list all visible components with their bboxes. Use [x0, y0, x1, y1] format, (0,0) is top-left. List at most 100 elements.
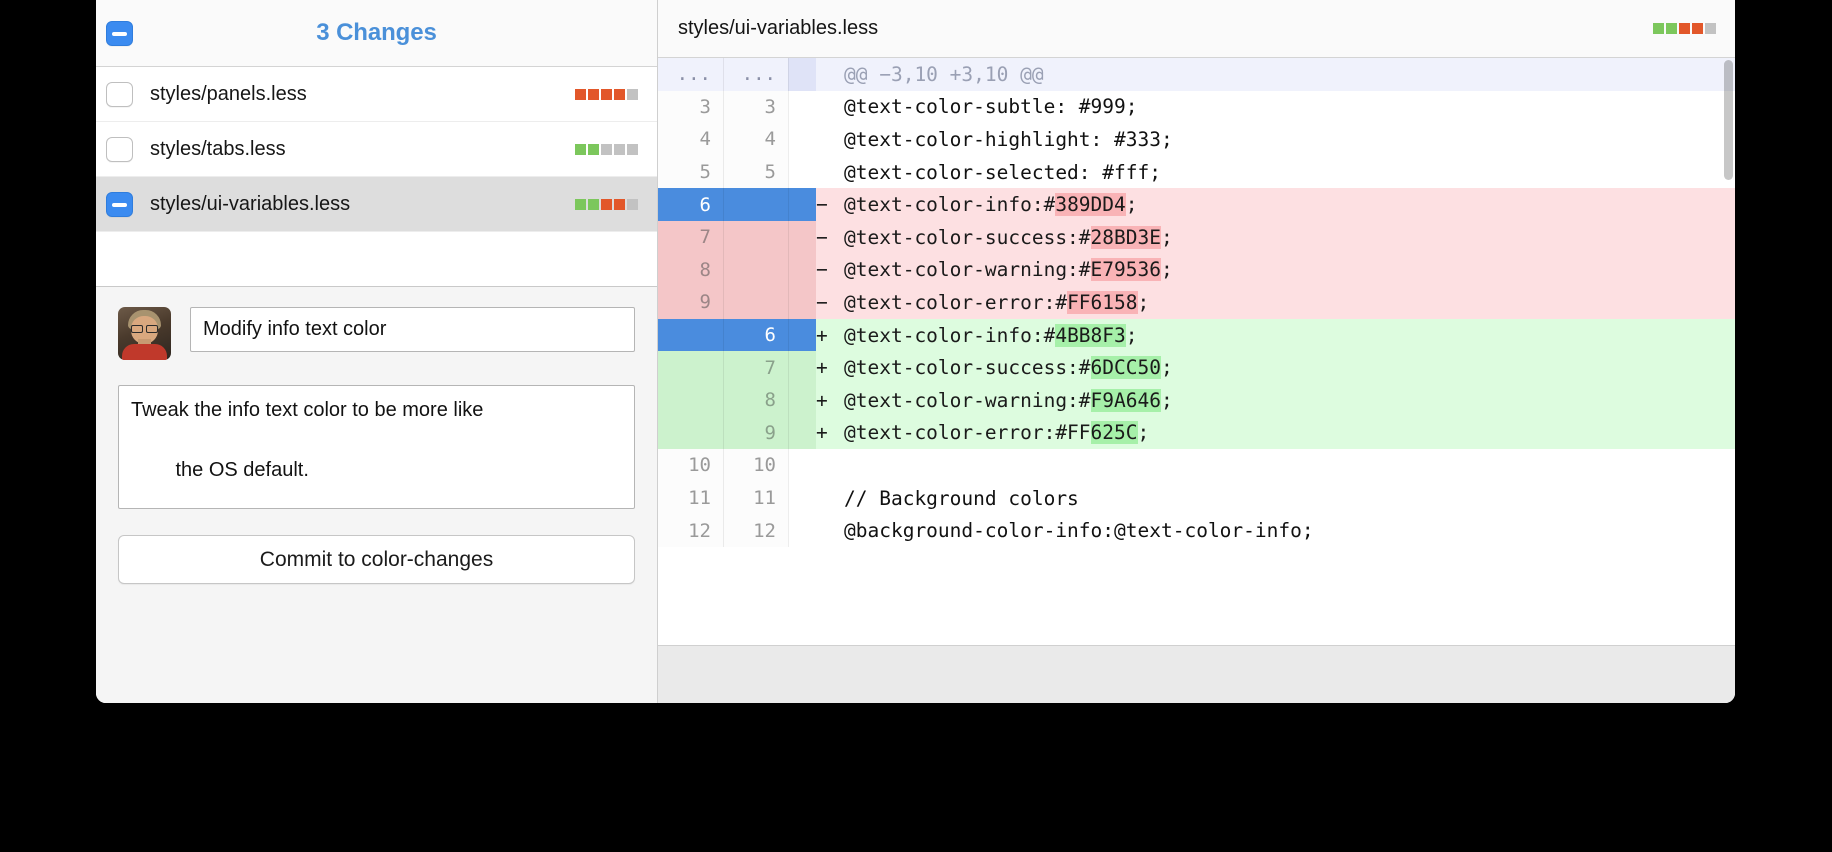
diff-line-marker [788, 417, 816, 450]
diff-line-sign: + [816, 421, 844, 444]
diff-old-line-number: 9 [658, 286, 723, 319]
diff-line-sign: − [816, 226, 844, 249]
diff-line-text: −@text-color-info:#389DD4; [816, 188, 1735, 221]
diff-word-highlight: 28BD3E [1091, 226, 1161, 249]
commit-summary-input[interactable]: Modify info text color [190, 307, 635, 352]
diff-old-line-number [658, 417, 723, 450]
commit-composer: Modify info text color Tweak the info te… [96, 287, 657, 703]
diff-text-plain: // Background colors [844, 487, 1079, 510]
glasses-icon [131, 325, 158, 331]
diff-old-line-number: 8 [658, 254, 723, 287]
diff-line-sign [816, 454, 844, 477]
diff-line-sign [816, 63, 844, 86]
diff-old-line-number: 10 [658, 449, 723, 482]
app-window: 3 Changes styles/panels.less styles/tabs… [96, 0, 1735, 703]
diff-line-text [816, 449, 1735, 482]
diff-line-ctx[interactable]: 33 @text-color-subtle: #999; [658, 91, 1735, 124]
avatar [118, 307, 171, 360]
checkbox-mixed-icon[interactable] [106, 192, 133, 217]
change-ratio-badge [575, 199, 638, 210]
diff-old-line-number: 5 [658, 156, 723, 189]
diff-new-line-number: ... [723, 58, 788, 91]
file-path-label: styles/ui-variables.less [150, 193, 575, 216]
diff-line-ctx[interactable]: 55 @text-color-selected: #fff; [658, 156, 1735, 189]
diff-line-text: +@text-color-warning:#F9A646; [816, 384, 1735, 417]
diff-line-ctx[interactable]: 1010 [658, 449, 1735, 482]
diff-text-unchanged: ; [1161, 258, 1173, 281]
diff-word-highlight: 6DCC50 [1091, 356, 1161, 379]
change-ratio-badge [575, 89, 638, 100]
diff-line-sign [816, 487, 844, 510]
diff-old-line-number: 11 [658, 482, 723, 515]
diff-text-plain: @background-color-info:@text-color-info; [844, 519, 1314, 542]
diff-line-marker [788, 514, 816, 547]
description-line-2: the OS default. [175, 459, 308, 481]
diff-line-del[interactable]: 8−@text-color-warning:#E79536; [658, 254, 1735, 287]
diff-word-highlight: FF6158 [1067, 291, 1137, 314]
diff-text-unchanged: ; [1138, 291, 1150, 314]
diff-line-sign: + [816, 324, 844, 347]
changes-count-label: 3 Changes [96, 19, 657, 47]
diff-line-marker [788, 91, 816, 124]
diff-new-line-number: 3 [723, 91, 788, 124]
changed-files-list[interactable]: styles/panels.less styles/tabs.less styl… [96, 67, 657, 287]
commit-button[interactable]: Commit to color-changes [118, 535, 635, 584]
diff-line-del[interactable]: 6−@text-color-info:#389DD4; [658, 188, 1735, 221]
table-row[interactable]: styles/panels.less [96, 67, 657, 122]
diff-line-ctx[interactable]: 1212 @background-color-info:@text-color-… [658, 514, 1735, 547]
diff-content[interactable]: ...... @@ −3,10 +3,10 @@33 @text-color-s… [658, 58, 1735, 646]
diff-text-unchanged: ; [1126, 324, 1138, 347]
diff-new-line-number: 11 [723, 482, 788, 515]
diff-line-sign [816, 161, 844, 184]
diff-new-line-number: 10 [723, 449, 788, 482]
diff-line-text: +@text-color-error:#FF625C; [816, 417, 1735, 450]
diff-line-marker [788, 254, 816, 287]
diff-footer-spacer [658, 646, 1735, 703]
diff-line-add[interactable]: 6+@text-color-info:#4BB8F3; [658, 319, 1735, 352]
diff-line-text: @@ −3,10 +3,10 @@ [816, 58, 1735, 91]
diff-new-line-number [723, 254, 788, 287]
diff-line-ctx[interactable]: 44 @text-color-highlight: #333; [658, 123, 1735, 156]
diff-scrollbar[interactable] [1724, 60, 1733, 180]
diff-line-add[interactable]: 8+@text-color-warning:#F9A646; [658, 384, 1735, 417]
checkbox-unchecked-icon[interactable] [106, 137, 133, 162]
diff-text-unchanged: ; [1138, 421, 1150, 444]
commit-description-input[interactable]: Tweak the info text color to be more lik… [118, 385, 635, 509]
table-row[interactable]: styles/tabs.less [96, 122, 657, 177]
diff-line-marker [788, 58, 816, 91]
diff-line-del[interactable]: 9−@text-color-error:#FF6158; [658, 286, 1735, 319]
diff-text-unchanged: ; [1161, 356, 1173, 379]
diff-header: styles/ui-variables.less [658, 0, 1735, 58]
diff-text-unchanged: ; [1161, 389, 1173, 412]
diff-line-add[interactable]: 9 +@text-color-error:#FF625C; [658, 417, 1735, 450]
diff-word-highlight: E79536 [1091, 258, 1161, 281]
file-path-label: styles/panels.less [150, 83, 575, 106]
diff-line-marker [788, 449, 816, 482]
diff-old-line-number: 7 [658, 221, 723, 254]
diff-line-marker [788, 286, 816, 319]
diff-text-unchanged: ; [1161, 226, 1173, 249]
diff-line-sign: + [816, 356, 844, 379]
diff-text-unchanged: @text-color-warning:# [844, 389, 1091, 412]
diff-line-add[interactable]: 7+@text-color-success:#6DCC50; [658, 351, 1735, 384]
diff-line-del[interactable]: 7−@text-color-success:#28BD3E; [658, 221, 1735, 254]
diff-old-line-number: 4 [658, 123, 723, 156]
diff-line-ctx[interactable]: 1111 // Background colors [658, 482, 1735, 515]
file-path-label: styles/tabs.less [150, 138, 575, 161]
diff-new-line-number: 9 [723, 417, 788, 450]
diff-line-hunk[interactable]: ...... @@ −3,10 +3,10 @@ [658, 58, 1735, 91]
diff-line-sign: − [816, 258, 844, 281]
diff-line-sign [816, 519, 844, 542]
checkbox-unchecked-icon[interactable] [106, 82, 133, 107]
diff-text-unchanged: @text-color-info:# [844, 324, 1055, 347]
diff-old-line-number [658, 384, 723, 417]
diff-line-sign: + [816, 389, 844, 412]
table-row-selected[interactable]: styles/ui-variables.less [96, 177, 657, 232]
diff-word-highlight: 389DD4 [1055, 193, 1125, 216]
diff-new-line-number: 4 [723, 123, 788, 156]
diff-word-highlight: 625C [1091, 421, 1138, 444]
diff-text-unchanged: @text-color-error:# [844, 291, 1067, 314]
diff-line-text: +@text-color-info:#4BB8F3; [816, 319, 1735, 352]
diff-word-highlight: 4BB8F3 [1055, 324, 1125, 347]
diff-new-line-number: 7 [723, 351, 788, 384]
